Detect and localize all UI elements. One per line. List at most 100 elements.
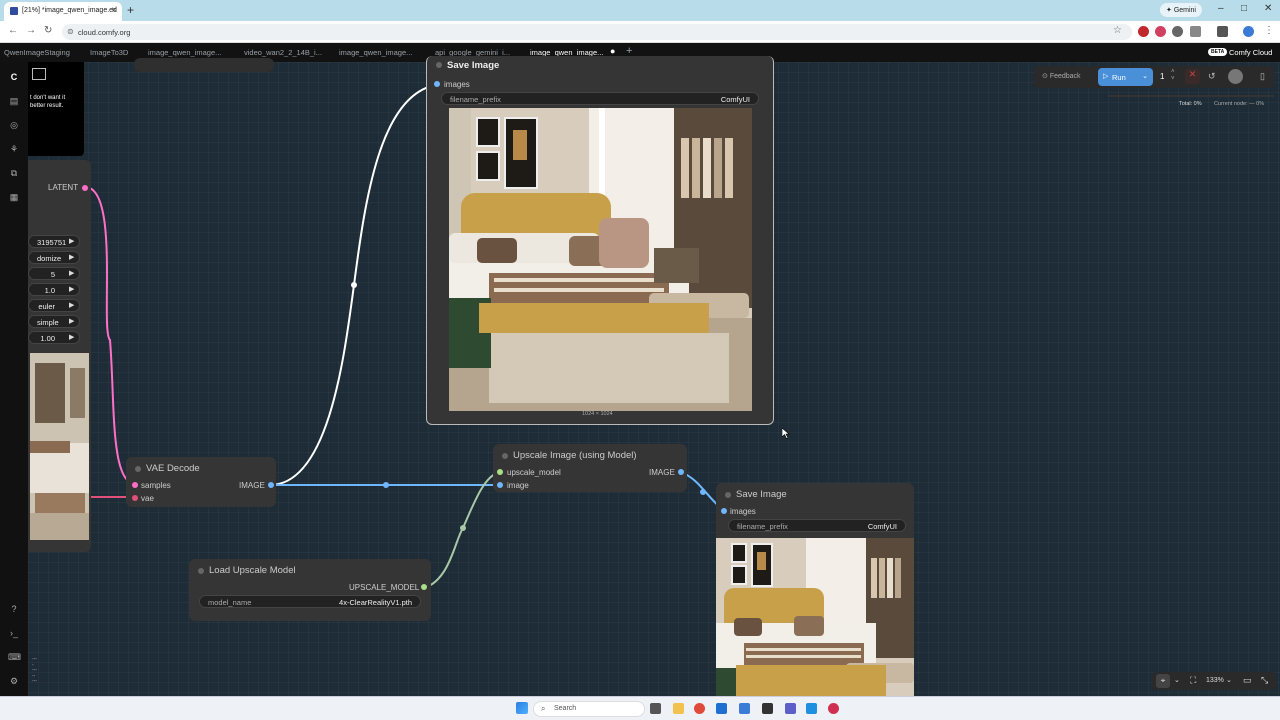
increment-arrow-icon[interactable]: ▶ <box>69 333 74 341</box>
run-button[interactable]: ▷ Run ⌄ <box>1098 68 1153 86</box>
increment-arrow-icon[interactable]: ▶ <box>69 237 74 245</box>
app-icon[interactable] <box>828 703 839 714</box>
cfg-value: 1.0 <box>44 286 55 295</box>
widget-label: model_name <box>208 598 252 607</box>
mouse-cursor-icon <box>782 428 790 439</box>
taskbar-search[interactable]: ⌕ Search <box>533 701 645 717</box>
widget-value: ComfyUI <box>720 95 750 104</box>
node-status-dot <box>725 492 731 498</box>
preview-image-partial <box>30 353 89 540</box>
steps-value: 5 <box>50 270 55 279</box>
image-resolution-label: 1024 × 1024 <box>582 411 613 417</box>
widget-value: ComfyUI <box>867 522 897 531</box>
run-label: Run <box>1112 73 1126 82</box>
history-icon[interactable]: ↺ <box>1208 71 1216 82</box>
increment-arrow-icon[interactable]: ▶ <box>69 317 74 325</box>
chevron-down-icon[interactable]: ⌄ <box>1226 676 1232 684</box>
node-title: Save Image <box>736 489 787 500</box>
chevron-down-icon[interactable]: ⌄ <box>1174 676 1180 684</box>
increment-arrow-icon[interactable]: ▶ <box>69 253 74 261</box>
fit-view-icon[interactable]: ⛶ <box>1190 675 1196 686</box>
note-text-line: better result. <box>30 103 64 109</box>
note-node-partial[interactable]: t don't want it better result. <box>28 62 84 156</box>
vae-input-socket[interactable] <box>132 495 138 501</box>
images-input-socket[interactable] <box>721 508 727 514</box>
node-title: VAE Decode <box>146 463 200 474</box>
canvas-stats: ▪▪▪ ▪ ▪▪▪ ▪▪ ▪▪▪ <box>32 656 37 683</box>
model-name-widget[interactable]: model_name 4x-ClearRealityV1.pth <box>199 595 421 608</box>
vae-decode-node[interactable]: VAE Decode samples vae IMAGE <box>126 457 276 507</box>
task-view-icon[interactable] <box>650 703 661 714</box>
note-text-line: t don't want it <box>30 95 66 101</box>
increment-arrow-icon[interactable]: ▶ <box>69 269 74 277</box>
load-upscale-model-node[interactable]: Load Upscale Model UPSCALE_MODEL model_n… <box>189 559 431 621</box>
widget-value: 4x-ClearRealityV1.pth <box>339 598 412 607</box>
link-midpoint-icon <box>460 525 466 531</box>
batch-count-input[interactable]: 1 <box>1160 72 1164 81</box>
image-input-socket[interactable] <box>497 482 503 488</box>
node-status-dot <box>436 62 442 68</box>
image-output-socket[interactable] <box>678 469 684 475</box>
upscale-image-node[interactable]: Upscale Image (using Model) upscale_mode… <box>493 444 687 492</box>
upscaled-bedroom-image[interactable] <box>716 538 914 696</box>
upscale-model-output-label: UPSCALE_MODEL <box>349 583 420 592</box>
feedback-label: Feedback <box>1049 73 1081 80</box>
widget-label: filename_prefix <box>737 522 788 531</box>
current-node-progress-label: Current node: — 0% <box>1214 101 1265 107</box>
filename-prefix-widget[interactable]: filename_prefix ComfyUI <box>441 92 759 105</box>
increment-arrow-icon[interactable]: ▶ <box>69 285 74 293</box>
images-input-socket[interactable] <box>434 81 440 87</box>
save-image-node[interactable]: Save Image images filename_prefix ComfyU… <box>426 56 774 425</box>
feedback-button[interactable]: ⊙ Feedback <box>1042 72 1081 80</box>
generated-bedroom-image[interactable] <box>449 108 752 411</box>
image-input-label: image <box>507 481 529 490</box>
samples-input-socket[interactable] <box>132 482 138 488</box>
teams-icon[interactable] <box>785 703 796 714</box>
save-image-node-2[interactable]: Save Image images filename_prefix ComfyU… <box>716 483 914 696</box>
app-icon[interactable] <box>739 703 750 714</box>
control-value: domize <box>37 254 62 263</box>
user-avatar[interactable] <box>1228 69 1243 84</box>
upscale-model-input-label: upscale_model <box>507 468 561 477</box>
panel-toggle-icon[interactable]: ▯ <box>1260 71 1265 82</box>
latent-output-label: LATENT <box>48 183 79 192</box>
constant-node-partial[interactable] <box>134 58 274 72</box>
zoom-level[interactable]: 133% <box>1206 677 1224 684</box>
search-label: Search <box>554 705 577 712</box>
file-explorer-icon[interactable] <box>673 703 684 714</box>
windows-taskbar: ⌕ Search <box>0 696 1280 720</box>
upscale-model-input-socket[interactable] <box>497 469 503 475</box>
node-title: Upscale Image (using Model) <box>513 450 637 461</box>
scheduler-value: simple <box>37 318 59 327</box>
cancel-run-button[interactable]: ✕ <box>1185 69 1200 84</box>
total-progress-label: Total: 0% <box>1179 101 1202 107</box>
select-mode-icon[interactable]: ⌖ <box>1156 674 1170 688</box>
samples-input-label: samples <box>141 481 171 490</box>
sampler-value: euler <box>38 302 55 311</box>
link-midpoint-icon <box>351 282 357 288</box>
node-status-dot <box>198 568 204 574</box>
chevron-down-icon[interactable]: ⌄ <box>1142 72 1148 80</box>
app-icon[interactable] <box>806 703 817 714</box>
upscale-model-output-socket[interactable] <box>421 584 427 590</box>
widget-label: filename_prefix <box>450 95 501 104</box>
search-icon: ⌕ <box>541 704 546 713</box>
latent-link <box>84 186 135 485</box>
seed-value: 3195751 <box>37 238 67 247</box>
filename-prefix-widget[interactable]: filename_prefix ComfyUI <box>728 519 906 532</box>
image-output-label: IMAGE <box>239 481 265 490</box>
image-output-socket[interactable] <box>268 482 274 488</box>
minimap-icon[interactable]: ▭ <box>1243 675 1252 686</box>
play-icon: ▷ <box>1103 73 1109 80</box>
count-stepper-icon[interactable]: ˄ ˅ <box>1171 69 1175 83</box>
vae-input-label: vae <box>141 494 154 503</box>
chrome-icon[interactable] <box>694 703 705 714</box>
ksampler-node-partial[interactable]: LATENT 3195751 domize 5 1.0 euler simple… <box>28 160 91 552</box>
node-status-dot <box>502 453 508 459</box>
increment-arrow-icon[interactable]: ▶ <box>69 301 74 309</box>
terminal-app-icon[interactable] <box>762 703 773 714</box>
start-windows-icon[interactable] <box>516 702 528 714</box>
latent-output-socket[interactable] <box>82 185 88 191</box>
link-visibility-icon[interactable]: ⤡ <box>1261 675 1268 686</box>
outlook-icon[interactable] <box>716 703 727 714</box>
